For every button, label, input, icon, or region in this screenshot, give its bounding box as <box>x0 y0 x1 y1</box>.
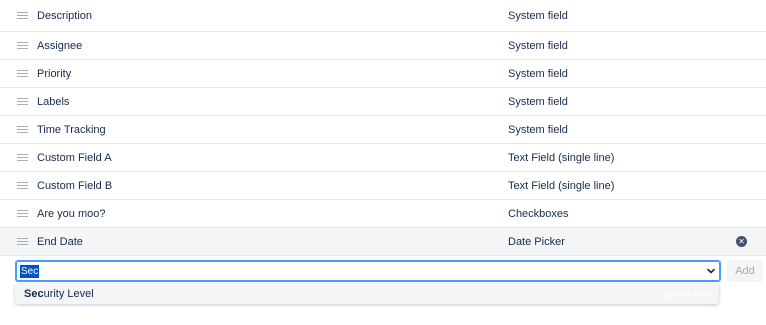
add-field-bar: Sec Add <box>0 252 766 288</box>
field-name: Description <box>37 9 93 22</box>
add-button[interactable]: Add <box>727 260 763 282</box>
field-name: Custom Field B <box>37 179 113 192</box>
suggestion-hint: System field <box>661 289 711 299</box>
suggestion-match: Sec <box>24 288 44 300</box>
field-type: Checkboxes <box>508 207 569 220</box>
field-type: Text Field (single line) <box>508 179 615 192</box>
suggestion-item[interactable]: Security Level <box>24 288 94 300</box>
field-list: Description System field Assignee System… <box>0 0 766 256</box>
field-row[interactable]: Custom Field A Text Field (single line) <box>0 144 766 172</box>
field-name: Custom Field A <box>37 151 112 164</box>
drag-handle-icon[interactable] <box>17 181 28 190</box>
drag-handle-icon[interactable] <box>17 209 28 218</box>
field-select-input[interactable]: Sec <box>15 260 721 282</box>
field-type: Text Field (single line) <box>508 151 615 164</box>
field-type: System field <box>508 9 568 22</box>
field-row[interactable]: Time Tracking System field <box>0 116 766 144</box>
field-row[interactable]: Labels System field <box>0 88 766 116</box>
field-row[interactable]: Description System field <box>0 0 766 32</box>
drag-handle-icon[interactable] <box>17 237 28 246</box>
drag-handle-icon[interactable] <box>17 11 28 20</box>
drag-handle-icon[interactable] <box>17 153 28 162</box>
field-row[interactable]: Are you moo? Checkboxes <box>0 200 766 228</box>
suggestion-list: Security Level System field <box>15 284 719 304</box>
field-name: Are you moo? <box>37 207 106 220</box>
field-row[interactable]: Assignee System field <box>0 32 766 60</box>
drag-handle-icon[interactable] <box>17 41 28 50</box>
field-type: System field <box>508 67 568 80</box>
field-type: System field <box>508 123 568 136</box>
field-select-value: Sec <box>20 265 40 278</box>
suggestion-rest: urity Level <box>43 288 94 300</box>
field-type: Date Picker <box>508 235 565 248</box>
drag-handle-icon[interactable] <box>17 69 28 78</box>
field-name: Labels <box>37 95 70 108</box>
field-name: Time Tracking <box>37 123 106 136</box>
field-name: Assignee <box>37 39 83 52</box>
field-type: System field <box>508 39 568 52</box>
field-type: System field <box>508 95 568 108</box>
remove-circle-icon[interactable]: ✕ <box>736 236 747 247</box>
drag-handle-icon[interactable] <box>17 97 28 106</box>
field-row[interactable]: Priority System field <box>0 60 766 88</box>
field-name: Priority <box>37 67 72 80</box>
field-name: End Date <box>37 235 83 248</box>
chevron-down-icon[interactable] <box>707 267 715 275</box>
drag-handle-icon[interactable] <box>17 125 28 134</box>
field-row[interactable]: Custom Field B Text Field (single line) <box>0 172 766 200</box>
